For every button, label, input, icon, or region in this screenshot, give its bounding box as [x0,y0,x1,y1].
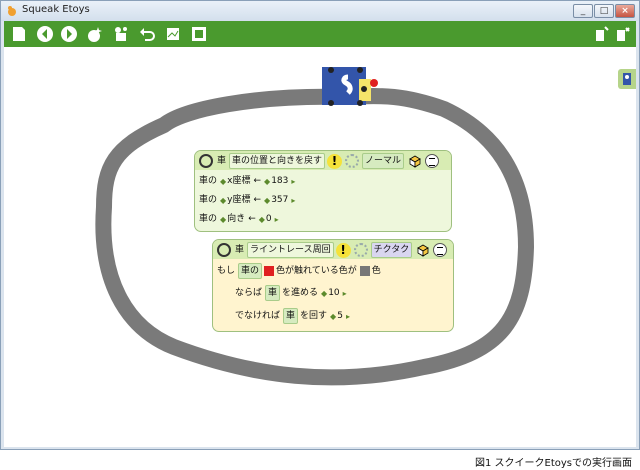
script2-header-row: 車 ライントレース周回 ! チクタク [217,242,448,258]
gray-color-swatch[interactable] [359,266,370,276]
row-object[interactable]: 車の [199,174,217,188]
row-value[interactable]: 0 [266,212,272,226]
script1-name[interactable]: 車の位置と向きを戻す [229,153,326,169]
squeak-app-icon [8,6,16,16]
then-row: ならば 車 を進める ◆ 10 ▸ [235,285,348,301]
updown-arrow-icon[interactable]: ◆ [264,177,270,186]
script2-object[interactable]: 車 [235,243,244,257]
red-color-swatch[interactable] [264,266,275,276]
figure-caption: 図1 スクイークEtoysでの実行画面 [474,458,632,469]
then-object[interactable]: 車 [265,285,281,301]
title-bar: Squeak Etoys _ □ × [1,1,639,21]
exit-icon[interactable] [614,25,632,43]
project-icon[interactable] [164,25,182,43]
minimize-button[interactable]: _ [573,4,593,18]
tick-clock-icon[interactable] [345,154,360,168]
else-action[interactable]: を回す [300,309,327,323]
assign-arrow[interactable]: ← [254,193,262,207]
expand-arrow-icon[interactable]: ▸ [291,196,295,205]
window-title: Squeak Etoys [22,4,90,15]
updown-arrow-icon[interactable]: ◆ [321,289,327,298]
test-condition[interactable]: 色が触れている色が [276,264,357,278]
forward-icon[interactable] [60,25,78,43]
if-label: もし [217,266,236,276]
assign-row-x: 車の ◆ x座標 ← ◆ 183 ▸ [199,173,296,189]
script2-name[interactable]: ライントレース周回 [247,242,334,258]
script-line-trace[interactable]: 車 ライントレース周回 ! チクタク もし 車の 色が触れている色が 色 ならば… [212,239,454,332]
robot-icon [623,73,631,85]
tick-clock-icon[interactable] [353,243,368,257]
supplies-flap-tab[interactable] [618,69,636,89]
script1-header-row: 車 車の位置と向きを戻す ! ノーマル [199,153,440,169]
script1-object[interactable]: 車 [217,154,226,168]
script-menu-icon[interactable] [425,154,440,168]
updown-arrow-icon[interactable]: ◆ [330,312,336,321]
script-menu-icon[interactable] [433,243,448,257]
expand-arrow-icon[interactable]: ▸ [346,312,350,321]
etoys-world[interactable]: 車 車の位置と向きを戻す ! ノーマル 車の ◆ x座標 ← ◆ 183 ▸ 車… [4,47,636,447]
updown-arrow-icon[interactable]: ◆ [264,196,270,205]
fullscreen-icon[interactable] [190,25,208,43]
if-test-row: もし 車の 色が触れている色が 色 [217,263,384,279]
undo-icon[interactable] [138,25,156,43]
hand-tile-icon[interactable] [416,243,430,257]
maximize-button[interactable]: □ [594,4,614,18]
updown-arrow-icon[interactable]: ◆ [259,215,265,224]
assign-row-y: 車の ◆ y座標 ← ◆ 357 ▸ [199,192,296,208]
test-object[interactable]: 車の [238,263,263,279]
updown-arrow-icon[interactable]: ◆ [220,177,226,186]
script1-mode[interactable]: ノーマル [362,153,405,169]
else-value[interactable]: 5 [337,309,343,323]
help-icon[interactable] [592,25,610,43]
assign-row-heading: 車の ◆ 向き ← ◆ 0 ▸ [199,211,280,227]
test-end[interactable]: 色 [372,264,381,278]
run-once-button[interactable]: ! [327,153,343,169]
etoys-window: Squeak Etoys _ □ × 車 車の位置と向きを戻す ! ノーマル 車… [0,0,640,450]
etoys-toolbar [4,21,636,47]
script2-mode[interactable]: チクタク [370,242,413,258]
row-value[interactable]: 183 [271,174,288,188]
then-label: ならば [235,288,263,298]
else-object[interactable]: 車 [283,308,299,324]
expand-arrow-icon[interactable]: ▸ [291,177,295,186]
row-value[interactable]: 357 [271,193,288,207]
row-property[interactable]: y座標 [227,193,250,207]
paint-icon[interactable] [10,25,28,43]
updown-arrow-icon[interactable]: ◆ [220,215,226,224]
else-row: でなければ 車 を回す ◆ 5 ▸ [235,308,351,324]
else-label: でなければ [235,311,281,321]
run-once-button[interactable]: ! [335,242,351,258]
row-object[interactable]: 車の [199,212,217,226]
close-button[interactable]: × [615,4,635,18]
car-sprite[interactable] [322,67,378,107]
close-script-icon[interactable] [217,243,231,257]
undo-sparkle-icon[interactable] [86,25,104,43]
assign-arrow[interactable]: ← [254,174,262,188]
assign-arrow[interactable]: ← [248,212,256,226]
then-value[interactable]: 10 [328,286,339,300]
then-action[interactable]: を進める [282,286,318,300]
row-property[interactable]: x座標 [227,174,250,188]
hand-tile-icon[interactable] [408,154,422,168]
row-property[interactable]: 向き [227,212,245,226]
expand-arrow-icon[interactable]: ▸ [275,215,279,224]
row-object[interactable]: 車の [199,193,217,207]
script-reset-position[interactable]: 車 車の位置と向きを戻す ! ノーマル 車の ◆ x座標 ← ◆ 183 ▸ 車… [194,150,452,232]
tools-icon[interactable] [112,25,130,43]
back-icon[interactable] [36,25,54,43]
close-script-icon[interactable] [199,154,213,168]
updown-arrow-icon[interactable]: ◆ [220,196,226,205]
expand-arrow-icon[interactable]: ▸ [343,289,347,298]
